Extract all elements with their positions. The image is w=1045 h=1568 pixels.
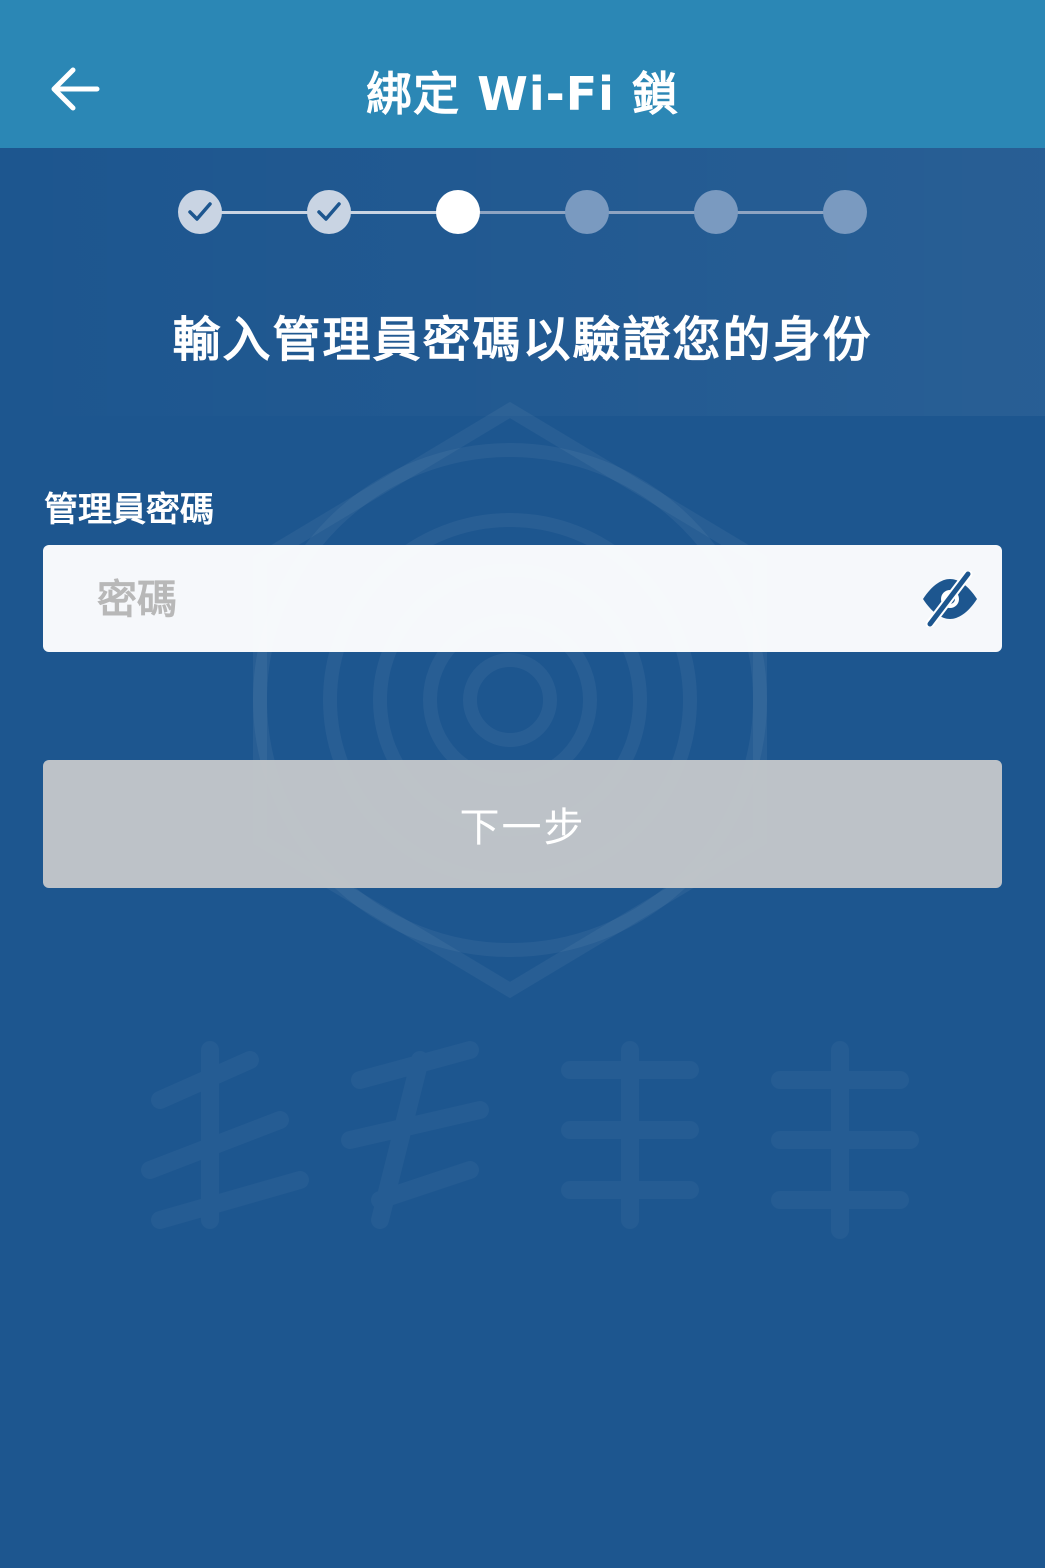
- eye-off-icon: [923, 569, 977, 629]
- page-title: 綁定 Wi-Fi 鎖: [366, 67, 679, 121]
- step-1-completed: [178, 190, 222, 234]
- step-2-completed: [307, 190, 351, 234]
- step-5-pending: [694, 190, 738, 234]
- password-input[interactable]: [95, 545, 919, 654]
- step-3-current: [436, 190, 480, 234]
- app-header: 綁定 Wi-Fi 鎖: [0, 0, 1045, 148]
- bind-wifi-lock-screen: 綁定 Wi-Fi 鎖 輸入管理員密碼以驗證您的身份 管理員密碼 下一步: [0, 0, 1045, 1568]
- progress-stepper: [178, 190, 868, 236]
- step-6-pending: [823, 190, 867, 234]
- background-band: [0, 148, 1045, 416]
- toggle-password-visibility-button[interactable]: [920, 569, 980, 629]
- checkmark-icon: [188, 202, 212, 221]
- instruction-text: 輸入管理員密碼以驗證您的身份: [172, 312, 873, 368]
- password-label: 管理員密碼: [44, 490, 214, 530]
- step-4-pending: [565, 190, 609, 234]
- checkmark-icon: [317, 202, 341, 221]
- next-button[interactable]: 下一步: [43, 760, 1002, 888]
- password-field: [43, 545, 1002, 654]
